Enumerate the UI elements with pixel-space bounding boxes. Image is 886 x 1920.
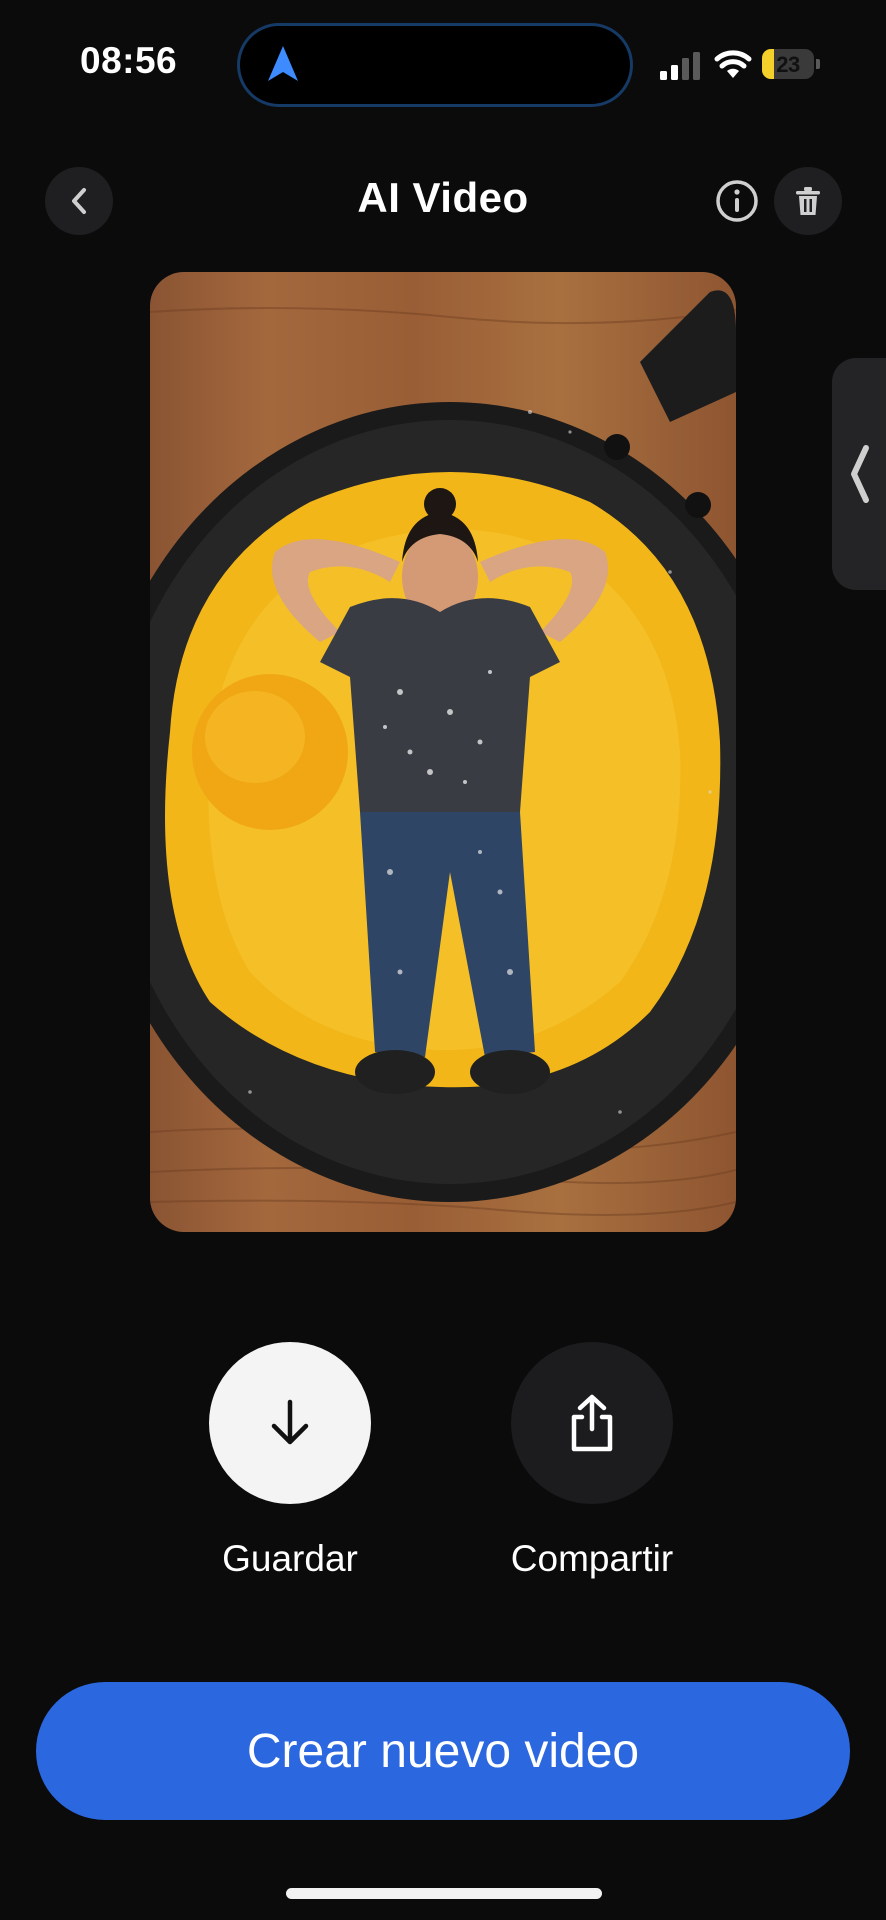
save-action: Guardar: [160, 1342, 420, 1580]
trash-icon: [796, 187, 820, 215]
download-arrow-icon: [271, 1399, 309, 1445]
battery-level: 23: [776, 52, 800, 77]
create-new-video-button[interactable]: Crear nuevo video: [36, 1682, 850, 1820]
wifi-icon: [714, 50, 752, 78]
info-button[interactable]: [712, 176, 762, 226]
battery-icon: 23: [762, 49, 820, 79]
side-panel-handle[interactable]: [832, 358, 886, 590]
save-button[interactable]: [209, 1342, 371, 1504]
location-arrow-icon: [268, 46, 298, 81]
screen: 08:56 23 AI Video Guardar Compartir Crea…: [0, 0, 886, 1920]
share-label: Compartir: [510, 1538, 674, 1579]
save-label: Guardar: [222, 1538, 358, 1579]
cellular-signal-icon: [660, 52, 700, 80]
share-button[interactable]: [511, 1342, 673, 1504]
delete-button[interactable]: [774, 167, 842, 235]
video-preview[interactable]: [150, 272, 736, 1232]
chevron-left-icon: [851, 445, 869, 503]
share-icon: [571, 1394, 613, 1452]
dynamic-island: [237, 23, 633, 107]
status-time: 08:56: [80, 40, 178, 81]
info-circle-icon: [716, 180, 758, 222]
share-action: Compartir: [462, 1342, 722, 1580]
home-indicator[interactable]: [286, 1888, 602, 1899]
video-thumbnail: [150, 290, 736, 1216]
